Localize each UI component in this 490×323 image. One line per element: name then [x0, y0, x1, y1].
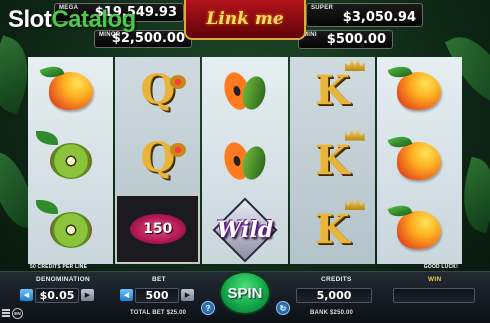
queen-letter: Q [140, 66, 176, 114]
win-value [393, 288, 475, 303]
watermark-part2: Catalog [51, 6, 136, 33]
total-bet-text: TOTAL BET $25.00 [130, 310, 187, 316]
good-luck-text: GOOD LUCK! [423, 264, 458, 270]
mango-icon [48, 71, 93, 110]
reel-3: Wild [202, 57, 288, 264]
crown-icon [170, 143, 187, 158]
mango-icon [397, 211, 442, 250]
symbol-kiwi [28, 127, 113, 195]
menu-icon[interactable] [2, 309, 10, 317]
king-letter: K [314, 136, 350, 184]
leaf-icon [36, 130, 58, 145]
jackpot-mini-value: $500.00 [326, 32, 386, 47]
symbol-queen: Q [115, 57, 200, 123]
symbol-mango [28, 57, 113, 125]
denomination-value: $0.05 [35, 288, 79, 303]
spin-button[interactable]: SPIN [219, 271, 271, 315]
king-letter: K [314, 206, 350, 254]
game-logo-text: Link me [206, 9, 284, 29]
symbol-kiwi [28, 196, 113, 264]
reel-grid: Q Q 150 Wild K K K [28, 57, 463, 264]
win-label: WIN [428, 276, 442, 283]
symbol-lips: 150 [115, 193, 201, 264]
leaf-icon [36, 200, 58, 215]
reel-2: Q Q 150 [115, 57, 201, 264]
wild-label: Wild [216, 217, 274, 244]
game-logo: Link me [184, 0, 306, 40]
symbol-mango [377, 57, 462, 125]
king-letter: K [314, 66, 350, 114]
denomination-label: DENOMINATION [36, 276, 91, 283]
jackpot-super-value: $3,050.94 [342, 10, 416, 25]
credits-label: CREDITS [321, 276, 352, 283]
symbol-king: K [290, 196, 375, 264]
symbol-queen: Q [115, 125, 200, 191]
denomination-increase-button[interactable]: ▶ [81, 289, 94, 301]
credits-value: 5,000 [296, 288, 372, 303]
watermark-part1: Slot [8, 6, 52, 33]
jackpot-mini: MINI $500.00 [298, 30, 393, 49]
symbol-mango [377, 127, 462, 195]
bet-value: 500 [135, 288, 179, 303]
symbol-wild: Wild [202, 196, 287, 264]
language-button[interactable]: EN [12, 308, 23, 319]
reel-5 [376, 57, 463, 264]
watermark: SlotCatalog [8, 6, 136, 34]
crown-icon [170, 75, 187, 89]
kiwi-icon [49, 142, 92, 179]
denomination-decrease-button[interactable]: ◀ [20, 289, 33, 301]
queen-letter: Q [140, 134, 176, 182]
symbol-papaya [202, 127, 287, 195]
reel-1 [28, 57, 114, 264]
reel-4: KKK [289, 57, 375, 264]
lips-credit-value: 150 [143, 220, 173, 237]
mango-icon [397, 71, 442, 110]
bet-decrease-button[interactable]: ◀ [120, 289, 133, 301]
mango-icon [397, 141, 442, 180]
autoplay-button[interactable]: ↻ [276, 301, 290, 315]
bank-text: BANK $250.00 [310, 310, 354, 316]
game-screen: MEGA $19,549.93 MINOR $2,500.00 SUPER $3… [0, 0, 490, 323]
credits-per-line-text: 50 CREDITS PER LINE [30, 264, 88, 270]
bet-increase-button[interactable]: ▶ [181, 289, 194, 301]
papaya-icon [220, 139, 270, 182]
bet-label: BET [152, 276, 166, 283]
jackpot-super: SUPER $3,050.94 [306, 3, 423, 27]
papaya-icon [220, 69, 270, 113]
help-button[interactable]: ? [201, 301, 215, 315]
symbol-king: K [290, 57, 375, 125]
kiwi-icon [49, 212, 92, 249]
symbol-king: K [290, 127, 375, 195]
symbol-papaya [202, 57, 287, 125]
jackpot-super-label: SUPER [311, 5, 334, 11]
symbol-mango [377, 196, 462, 264]
